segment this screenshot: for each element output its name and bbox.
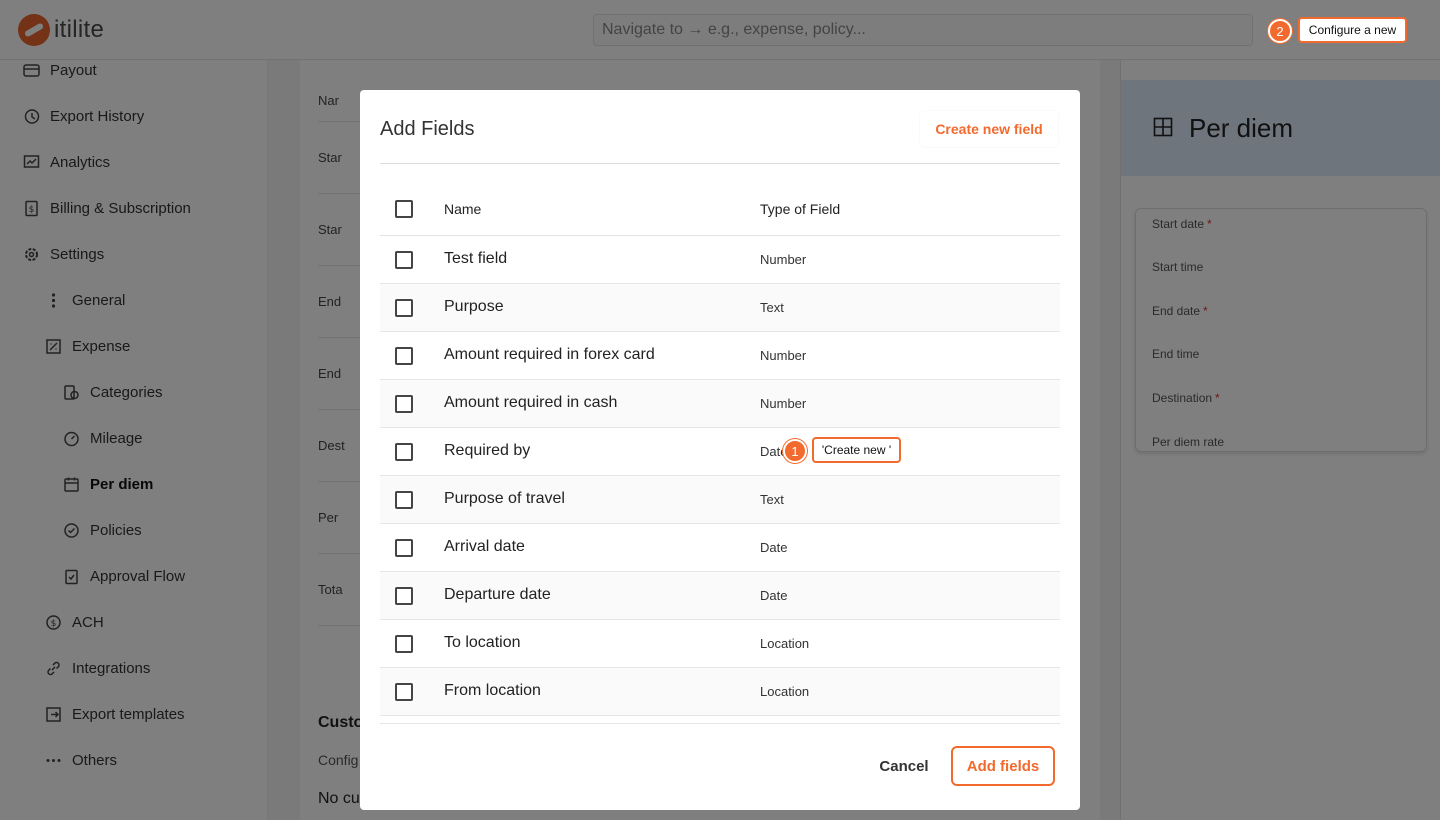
row-checkbox[interactable] [395,299,413,317]
field-name: Test field [444,250,508,267]
field-name: Required by [444,442,531,459]
add-fields-modal: Add Fields Name Type of Field Test field… [360,90,1080,810]
select-all-checkbox[interactable] [395,200,413,218]
field-name: From location [444,682,541,699]
table-row[interactable]: Amount required in cash Number [380,380,1060,428]
row-checkbox[interactable] [395,491,413,509]
table-header: Name Type of Field [380,184,1060,236]
fields-table: Name Type of Field Test field Number Pur… [380,184,1060,724]
field-type: Number [760,396,807,411]
row-checkbox[interactable] [395,683,413,701]
field-type: Text [760,300,784,315]
field-type: Date [760,588,788,603]
row-checkbox[interactable] [395,347,413,365]
field-type: Location [760,684,810,699]
table-row[interactable]: Purpose of travel Text [380,476,1060,524]
step-badge-1: 1 [783,439,807,463]
step-callout-1: 'Create new ' [812,437,901,463]
table-row[interactable]: Purpose Text [380,284,1060,332]
column-header-type: Type of Field [760,201,841,217]
field-type: Number [760,252,807,267]
table-row[interactable]: Departure date Date [380,572,1060,620]
field-name: Departure date [444,586,551,603]
field-name: Purpose of travel [444,490,565,507]
table-row[interactable]: Test field Number [380,236,1060,284]
table-row[interactable]: From location Location [380,668,1060,716]
field-name: Arrival date [444,538,525,555]
modal-divider [380,163,1060,164]
table-row[interactable]: To location Location [380,620,1060,668]
add-fields-button[interactable]: Add fields [951,746,1055,786]
row-checkbox[interactable] [395,251,413,269]
field-type: Date [760,540,788,555]
row-checkbox[interactable] [395,635,413,653]
cancel-button[interactable]: Cancel [866,746,942,786]
table-row[interactable]: Arrival date Date [380,524,1060,572]
field-name: Amount required in cash [444,394,618,411]
column-header-name: Name [444,201,482,217]
row-checkbox[interactable] [395,395,413,413]
field-type: Text [760,492,784,507]
table-row[interactable]: Amount required in forex card Number [380,332,1060,380]
field-type: Number [760,348,807,363]
row-checkbox[interactable] [395,587,413,605]
step-badge-2: 2 [1268,19,1292,43]
create-new-field-button[interactable]: Create new field [920,111,1058,147]
step-callout-2: Configure a new [1298,17,1407,43]
field-name: Purpose [444,298,504,315]
modal-title: Add Fields [380,118,475,140]
field-type: Location [760,636,810,651]
field-name: To location [444,634,521,651]
row-checkbox[interactable] [395,443,413,461]
row-checkbox[interactable] [395,539,413,557]
field-name: Amount required in forex card [444,346,655,363]
table-row[interactable]: Required by Date [380,428,1060,476]
